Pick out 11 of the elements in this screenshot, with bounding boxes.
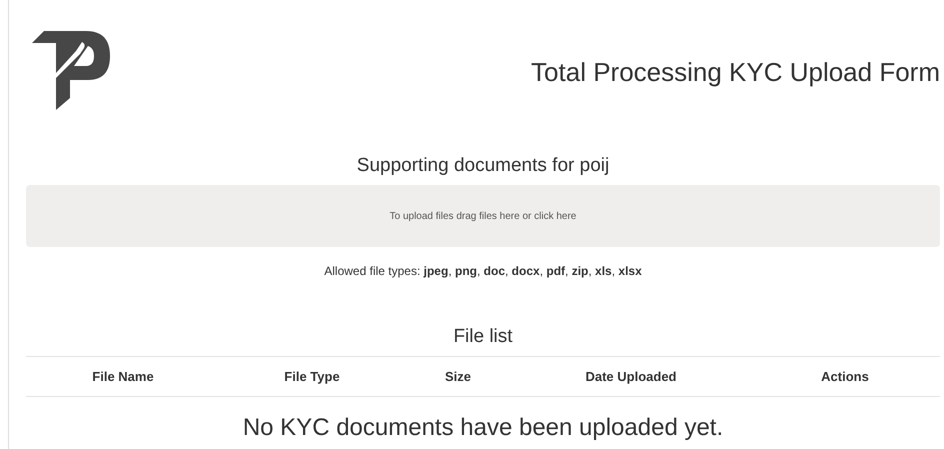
upload-dropzone[interactable]: To upload files drag files here or click here <box>26 185 940 247</box>
page-title: Total Processing KYC Upload Form <box>531 56 940 89</box>
column-header: Date Uploaded <box>585 368 676 384</box>
column-header: File Type <box>284 368 340 384</box>
column-header: File Name <box>92 368 154 384</box>
empty-message: No KYC documents have been uploaded yet. <box>242 413 724 443</box>
section-heading: Supporting documents for poij <box>356 154 610 178</box>
allowed-file-types: Allowed file types: jpeg, png, doc, docx, pdf, zip, xls, xlsx <box>323 263 643 280</box>
column-header: Size <box>444 368 471 384</box>
column-header: Actions <box>821 368 869 384</box>
section-heading: File list <box>452 325 514 349</box>
